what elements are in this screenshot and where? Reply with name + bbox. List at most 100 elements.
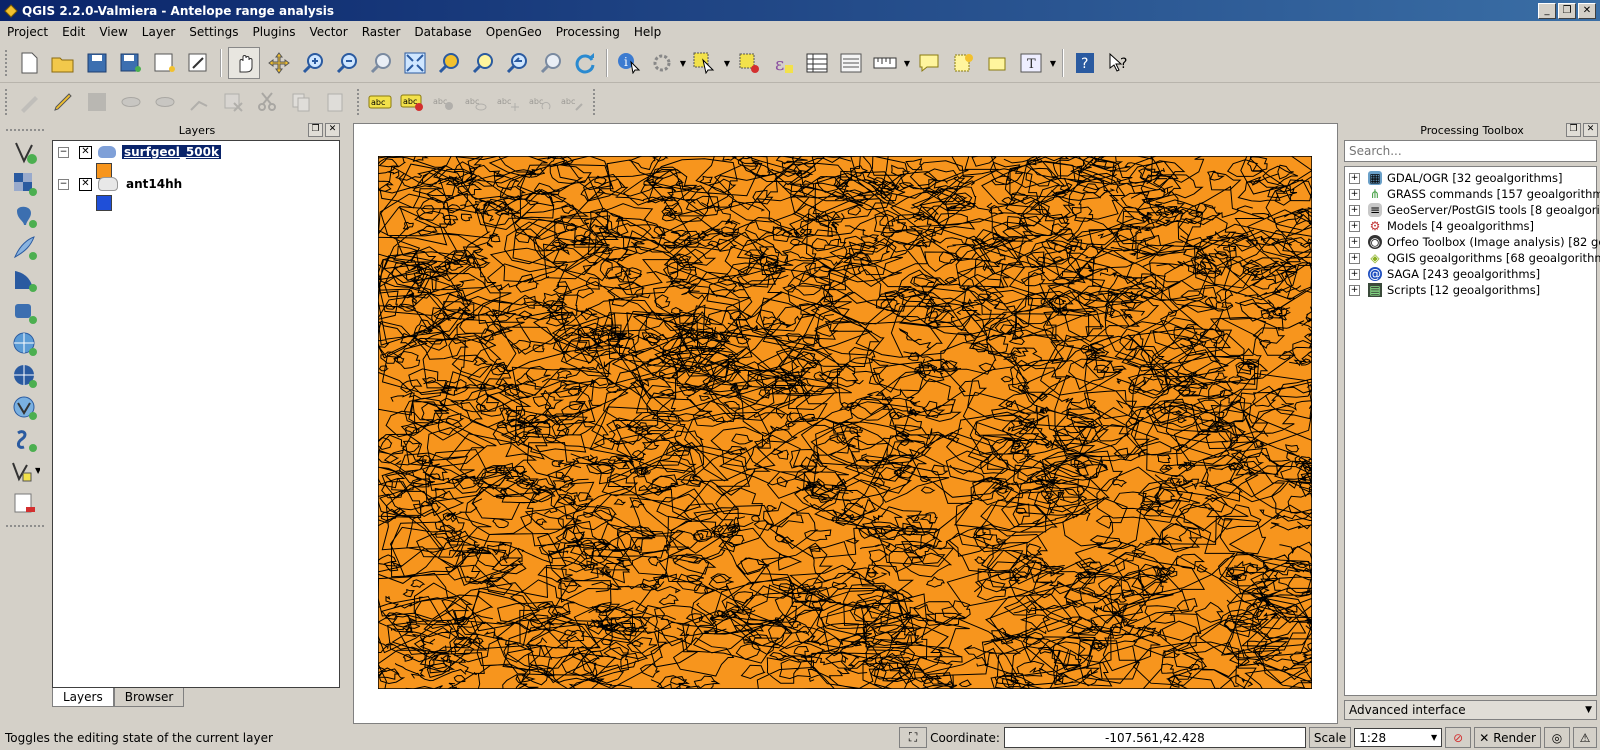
paste-features-icon[interactable] [320,87,350,117]
zoom-full-icon[interactable] [400,48,430,78]
chevron-down-icon[interactable]: ▼ [722,59,732,68]
rotate-label-icon[interactable]: abc [526,87,554,117]
tab-browser[interactable]: Browser [113,688,185,707]
menu-plugins[interactable]: Plugins [245,25,302,39]
layer-labeling-options-icon[interactable]: abc [398,87,426,117]
processing-item-gdal[interactable]: + ▦ GDAL/OGR [32 geoalgorithms] [1349,170,1563,186]
new-bookmark-icon[interactable] [948,48,978,78]
close-button[interactable]: ✕ [1578,3,1596,19]
chevron-down-icon[interactable]: ▼ [902,59,912,68]
close-panel-button[interactable]: ✕ [1583,123,1598,137]
stop-render-icon[interactable]: ⊘ [1445,727,1472,748]
collapse-icon[interactable]: − [58,146,69,158]
copy-features-icon[interactable] [286,87,316,117]
new-project-icon[interactable] [14,48,44,78]
expand-icon[interactable]: + [1349,284,1360,296]
save-project-icon[interactable] [82,48,112,78]
expand-icon[interactable]: + [1349,188,1360,200]
add-wcs-layer-icon[interactable] [10,361,40,391]
delete-selected-icon[interactable] [218,87,248,117]
identify-features-icon[interactable]: i [614,48,644,78]
add-postgis-layer-icon[interactable] [10,201,40,231]
expand-icon[interactable]: + [1349,204,1360,216]
processing-item-orfeo[interactable]: + ◉ Orfeo Toolbox (Image analysis) [82 g… [1349,234,1600,250]
open-project-icon[interactable] [48,48,78,78]
deselect-features-icon[interactable] [734,48,764,78]
select-by-expression-icon[interactable]: ε [768,48,798,78]
new-print-composer-icon[interactable] [150,48,180,78]
change-label-icon[interactable]: abc [558,87,586,117]
interface-mode-select[interactable]: Advanced interface ▼ [1344,700,1597,720]
new-shapefile-layer-icon[interactable]: ▼ [10,457,40,487]
toggle-extents-icon[interactable]: ⛶ [899,727,928,748]
scale-combobox[interactable]: 1:28 ▼ [1354,728,1443,747]
add-mssql-layer-icon[interactable] [10,265,40,295]
whats-this-icon[interactable]: ? [1104,48,1134,78]
menu-opengeo[interactable]: OpenGeo [479,25,549,39]
layer-visibility-checkbox[interactable]: ✕ [79,177,92,191]
float-panel-button[interactable]: ❐ [308,123,323,137]
zoom-to-layer-icon[interactable] [434,48,464,78]
toggle-editing-icon[interactable] [48,87,78,117]
add-raster-layer-icon[interactable] [10,169,40,199]
save-as-icon[interactable] [116,48,146,78]
node-tool-icon[interactable] [184,87,214,117]
expand-icon[interactable]: + [1349,236,1360,248]
menu-edit[interactable]: Edit [55,25,92,39]
zoom-last-icon[interactable] [502,48,532,78]
layer-name[interactable]: surfgeol_500k [122,145,221,159]
add-wfs-layer-icon[interactable] [10,393,40,423]
menu-view[interactable]: View [92,25,134,39]
show-hide-labels-icon[interactable]: abc [462,87,490,117]
cut-features-icon[interactable] [252,87,282,117]
show-bookmarks-icon[interactable] [982,48,1012,78]
menu-project[interactable]: Project [0,25,55,39]
tab-layers[interactable]: Layers [52,688,114,707]
menu-settings[interactable]: Settings [182,25,245,39]
chevron-down-icon[interactable]: ▼ [1048,59,1058,68]
processing-item-scripts[interactable]: + ▤ Scripts [12 geoalgorithms] [1349,282,1540,298]
layer-row-surfgeol[interactable]: − ✕ surfgeol_500k [53,143,339,161]
restore-button[interactable]: ❐ [1558,3,1576,19]
processing-item-geoserver[interactable]: + ≡ GeoServer/PostGIS tools [8 geoalgori… [1349,202,1600,218]
collapse-icon[interactable]: − [58,178,69,190]
statistics-icon[interactable] [836,48,866,78]
toolbar-grip[interactable] [356,88,360,116]
measure-line-icon[interactable] [870,48,900,78]
menu-vector[interactable]: Vector [302,25,354,39]
add-spatialite-layer-icon[interactable] [10,233,40,263]
layer-name[interactable]: ant14hh [124,177,184,191]
help-contents-icon[interactable]: ? [1070,48,1100,78]
close-panel-button[interactable]: ✕ [325,123,340,137]
processing-item-grass[interactable]: + ⋔ GRASS commands [157 geoalgorithms] [1349,186,1600,202]
layer-symbol-swatch[interactable] [96,195,112,211]
map-canvas[interactable] [353,123,1338,724]
processing-search-input[interactable] [1344,140,1597,162]
layer-visibility-checkbox[interactable]: ✕ [79,145,92,159]
toolbar-grip[interactable] [592,88,596,116]
zoom-native-icon[interactable] [366,48,396,78]
move-label-icon[interactable]: abc [494,87,522,117]
menu-database[interactable]: Database [407,25,478,39]
expand-icon[interactable]: + [1349,252,1360,264]
text-annotation-icon[interactable]: T [1016,48,1046,78]
menu-processing[interactable]: Processing [549,25,627,39]
map-layer-render[interactable] [378,156,1312,689]
zoom-out-icon[interactable] [332,48,362,78]
add-feature-icon[interactable] [116,87,146,117]
layer-labeling-icon[interactable]: abc [366,87,394,117]
pan-hand-icon[interactable] [228,47,260,79]
zoom-next-icon[interactable] [536,48,566,78]
chevron-down-icon[interactable]: ▼ [678,59,688,68]
refresh-icon[interactable] [570,48,600,78]
attribute-table-icon[interactable] [802,48,832,78]
toolbar-grip[interactable] [5,128,45,132]
add-oracle-layer-icon[interactable] [10,297,40,327]
processing-item-saga[interactable]: + @ SAGA [243 geoalgorithms] [1349,266,1540,282]
select-features-icon[interactable] [690,48,720,78]
remove-layer-icon[interactable] [10,489,40,519]
map-tips-icon[interactable] [914,48,944,78]
toolbar-grip[interactable] [4,49,8,77]
zoom-in-icon[interactable] [298,48,328,78]
crs-status-icon[interactable]: ◎ [1544,727,1570,748]
